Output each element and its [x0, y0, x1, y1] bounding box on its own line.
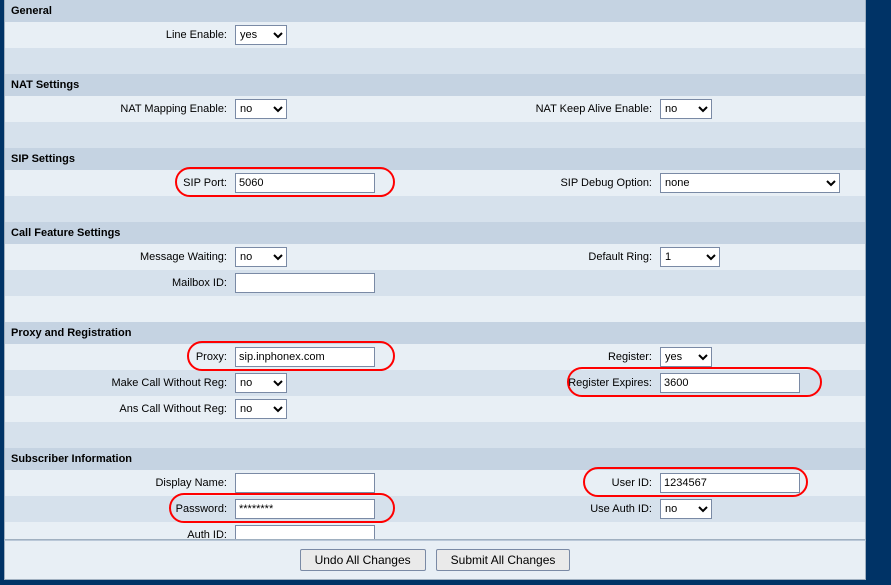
select-nat-mapping-enable[interactable]: no: [235, 99, 287, 119]
label-sip-debug-option: SIP Debug Option:: [435, 177, 660, 189]
label-default-ring: Default Ring:: [435, 251, 660, 263]
section-sip: SIP Settings: [5, 148, 865, 170]
select-sip-debug-option[interactable]: none: [660, 173, 840, 193]
input-mailbox-id[interactable]: [235, 273, 375, 293]
section-nat: NAT Settings: [5, 74, 865, 96]
label-sip-port: SIP Port:: [5, 177, 235, 189]
footer-bar: Undo All Changes Submit All Changes: [4, 540, 866, 580]
select-ans-call-without-reg[interactable]: no: [235, 399, 287, 419]
label-ans-call-without-reg: Ans Call Without Reg:: [5, 403, 235, 415]
label-use-auth-id: Use Auth ID:: [435, 503, 660, 515]
input-password[interactable]: [235, 499, 375, 519]
label-nat-mapping-enable: NAT Mapping Enable:: [5, 103, 235, 115]
section-subscriber: Subscriber Information: [5, 448, 865, 470]
select-use-auth-id[interactable]: no: [660, 499, 712, 519]
label-register-expires: Register Expires:: [435, 377, 660, 389]
input-register-expires[interactable]: [660, 373, 800, 393]
label-display-name: Display Name:: [5, 477, 235, 489]
select-default-ring[interactable]: 1: [660, 247, 720, 267]
input-auth-id[interactable]: [235, 525, 375, 540]
section-general: General: [5, 0, 865, 22]
section-proxy: Proxy and Registration: [5, 322, 865, 344]
label-make-call-without-reg: Make Call Without Reg:: [5, 377, 235, 389]
select-message-waiting[interactable]: no: [235, 247, 287, 267]
select-line-enable[interactable]: yes: [235, 25, 287, 45]
input-proxy[interactable]: [235, 347, 375, 367]
input-user-id[interactable]: [660, 473, 800, 493]
input-sip-port[interactable]: [235, 173, 375, 193]
label-register: Register:: [435, 351, 660, 363]
select-make-call-without-reg[interactable]: no: [235, 373, 287, 393]
label-message-waiting: Message Waiting:: [5, 251, 235, 263]
label-user-id: User ID:: [435, 477, 660, 489]
submit-all-button[interactable]: Submit All Changes: [436, 549, 571, 571]
label-nat-keep-alive-enable: NAT Keep Alive Enable:: [435, 103, 660, 115]
select-register[interactable]: yes: [660, 347, 712, 367]
input-display-name[interactable]: [235, 473, 375, 493]
label-line-enable: Line Enable:: [5, 29, 235, 41]
undo-all-button[interactable]: Undo All Changes: [300, 549, 426, 571]
label-proxy: Proxy:: [5, 351, 235, 363]
label-password: Password:: [5, 503, 235, 515]
section-call: Call Feature Settings: [5, 222, 865, 244]
label-auth-id: Auth ID:: [5, 529, 235, 540]
select-nat-keep-alive-enable[interactable]: no: [660, 99, 712, 119]
settings-scroll-area[interactable]: General Line Enable: yes NAT Settings NA…: [4, 0, 866, 540]
label-mailbox-id: Mailbox ID:: [5, 277, 235, 289]
